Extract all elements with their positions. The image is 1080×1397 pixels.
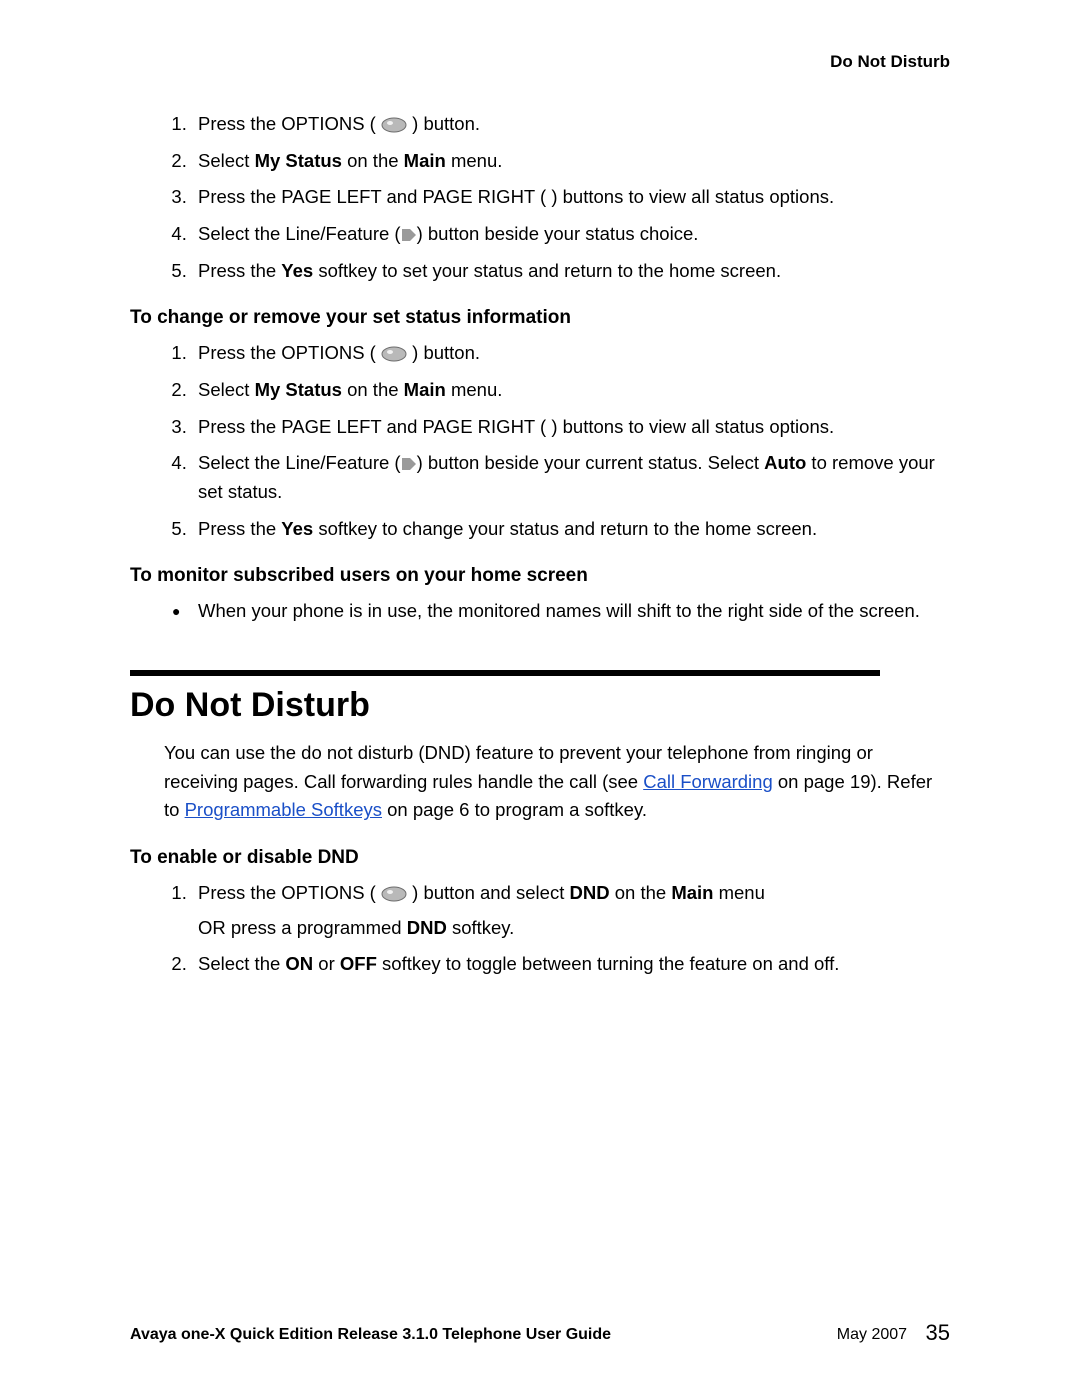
- page-footer: Avaya one-X Quick Edition Release 3.1.0 …: [130, 1319, 950, 1345]
- bold-text: DND: [570, 882, 610, 903]
- bold-text: Main: [671, 882, 713, 903]
- text: softkey to change your status and return…: [313, 518, 817, 539]
- text: Select the Line/Feature (: [198, 223, 401, 244]
- bold-text: ON: [285, 953, 313, 974]
- options-button-icon: [381, 886, 407, 902]
- list-item: Select the Line/Feature ( ) button beside…: [192, 220, 950, 249]
- bold-text: Main: [404, 150, 446, 171]
- sub-heading-monitor-users: To monitor subscribed users on your home…: [130, 565, 950, 587]
- text: ) button beside your status choice.: [417, 223, 699, 244]
- link-programmable-softkeys[interactable]: Programmable Softkeys: [185, 799, 382, 820]
- list-item: Select the ON or OFF softkey to toggle b…: [192, 950, 950, 979]
- bold-text: Main: [404, 379, 446, 400]
- line-feature-icon: [401, 457, 417, 471]
- bold-text: DND: [407, 917, 447, 938]
- bold-text: Yes: [281, 260, 313, 281]
- text: menu.: [446, 379, 503, 400]
- text: Select the Line/Feature (: [198, 452, 401, 473]
- line-feature-icon: [401, 228, 417, 242]
- text: Press the OPTIONS (: [198, 342, 381, 363]
- section-divider: [130, 670, 880, 676]
- steps-list-change-status: Press the OPTIONS ( ) button. Select My …: [130, 339, 950, 543]
- bold-text: OFF: [340, 953, 377, 974]
- bold-text: My Status: [255, 379, 342, 400]
- text: Press the PAGE LEFT and PAGE RIGHT ( ) b…: [198, 416, 834, 437]
- text: softkey.: [447, 917, 515, 938]
- text: Press the OPTIONS (: [198, 113, 381, 134]
- list-item: Press the OPTIONS ( ) button and select …: [192, 879, 950, 942]
- page-content: Press the OPTIONS ( ) button. Select My …: [130, 52, 950, 979]
- options-button-icon: [381, 117, 407, 133]
- list-item: Press the PAGE LEFT and PAGE RIGHT ( ) b…: [192, 183, 950, 212]
- text: Press the: [198, 518, 281, 539]
- text: ) button.: [407, 113, 480, 134]
- list-item: Select the Line/Feature ( ) button beside…: [192, 449, 950, 506]
- text: on the: [342, 379, 404, 400]
- running-head: Do Not Disturb: [830, 52, 950, 72]
- bullet-list-monitor: When your phone is in use, the monitored…: [130, 597, 950, 626]
- steps-list-enable-dnd: Press the OPTIONS ( ) button and select …: [130, 879, 950, 979]
- footer-right: May 2007 35: [837, 1319, 950, 1345]
- list-item: Press the OPTIONS ( ) button.: [192, 110, 950, 139]
- dnd-paragraph: You can use the do not disturb (DND) fea…: [130, 739, 950, 825]
- text: ) button.: [407, 342, 480, 363]
- bold-text: Auto: [764, 452, 806, 473]
- list-item: Press the PAGE LEFT and PAGE RIGHT ( ) b…: [192, 413, 950, 442]
- text: menu: [713, 882, 764, 903]
- steps-list-set-status: Press the OPTIONS ( ) button. Select My …: [130, 110, 950, 285]
- options-button-icon: [381, 346, 407, 362]
- list-item: Select My Status on the Main menu.: [192, 147, 950, 176]
- text: or: [313, 953, 340, 974]
- link-call-forwarding[interactable]: Call Forwarding: [643, 771, 773, 792]
- list-item: Press the Yes softkey to set your status…: [192, 257, 950, 286]
- text: on the: [342, 150, 404, 171]
- text: Select: [198, 379, 255, 400]
- text: Press the PAGE LEFT and PAGE RIGHT ( ) b…: [198, 186, 834, 207]
- list-item: Select My Status on the Main menu.: [192, 376, 950, 405]
- sub-heading-enable-dnd: To enable or disable DND: [130, 847, 950, 869]
- text: Select: [198, 150, 255, 171]
- text: softkey to toggle between turning the fe…: [377, 953, 839, 974]
- text: Select the: [198, 953, 285, 974]
- sub-heading-change-status: To change or remove your set status info…: [130, 307, 950, 329]
- footer-doc-title: Avaya one-X Quick Edition Release 3.1.0 …: [130, 1326, 611, 1344]
- footer-page-number: 35: [926, 1320, 950, 1345]
- text: on the: [610, 882, 672, 903]
- bold-text: My Status: [255, 150, 342, 171]
- text: ) button and select: [407, 882, 570, 903]
- text: Press the OPTIONS (: [198, 882, 381, 903]
- bold-text: Yes: [281, 518, 313, 539]
- text: on page 6 to program a softkey.: [382, 799, 647, 820]
- document-page: Do Not Disturb Press the OPTIONS ( ) but…: [0, 0, 1080, 1397]
- text: ) button beside your current status. Sel…: [417, 452, 765, 473]
- text: menu.: [446, 150, 503, 171]
- footer-date: May 2007: [837, 1326, 907, 1343]
- list-item: Press the Yes softkey to change your sta…: [192, 515, 950, 544]
- list-item: Press the OPTIONS ( ) button.: [192, 339, 950, 368]
- text: Press the: [198, 260, 281, 281]
- text: OR press a programmed: [198, 917, 407, 938]
- text: softkey to set your status and return to…: [313, 260, 781, 281]
- section-title-dnd: Do Not Disturb: [130, 686, 950, 725]
- list-item: When your phone is in use, the monitored…: [172, 597, 950, 626]
